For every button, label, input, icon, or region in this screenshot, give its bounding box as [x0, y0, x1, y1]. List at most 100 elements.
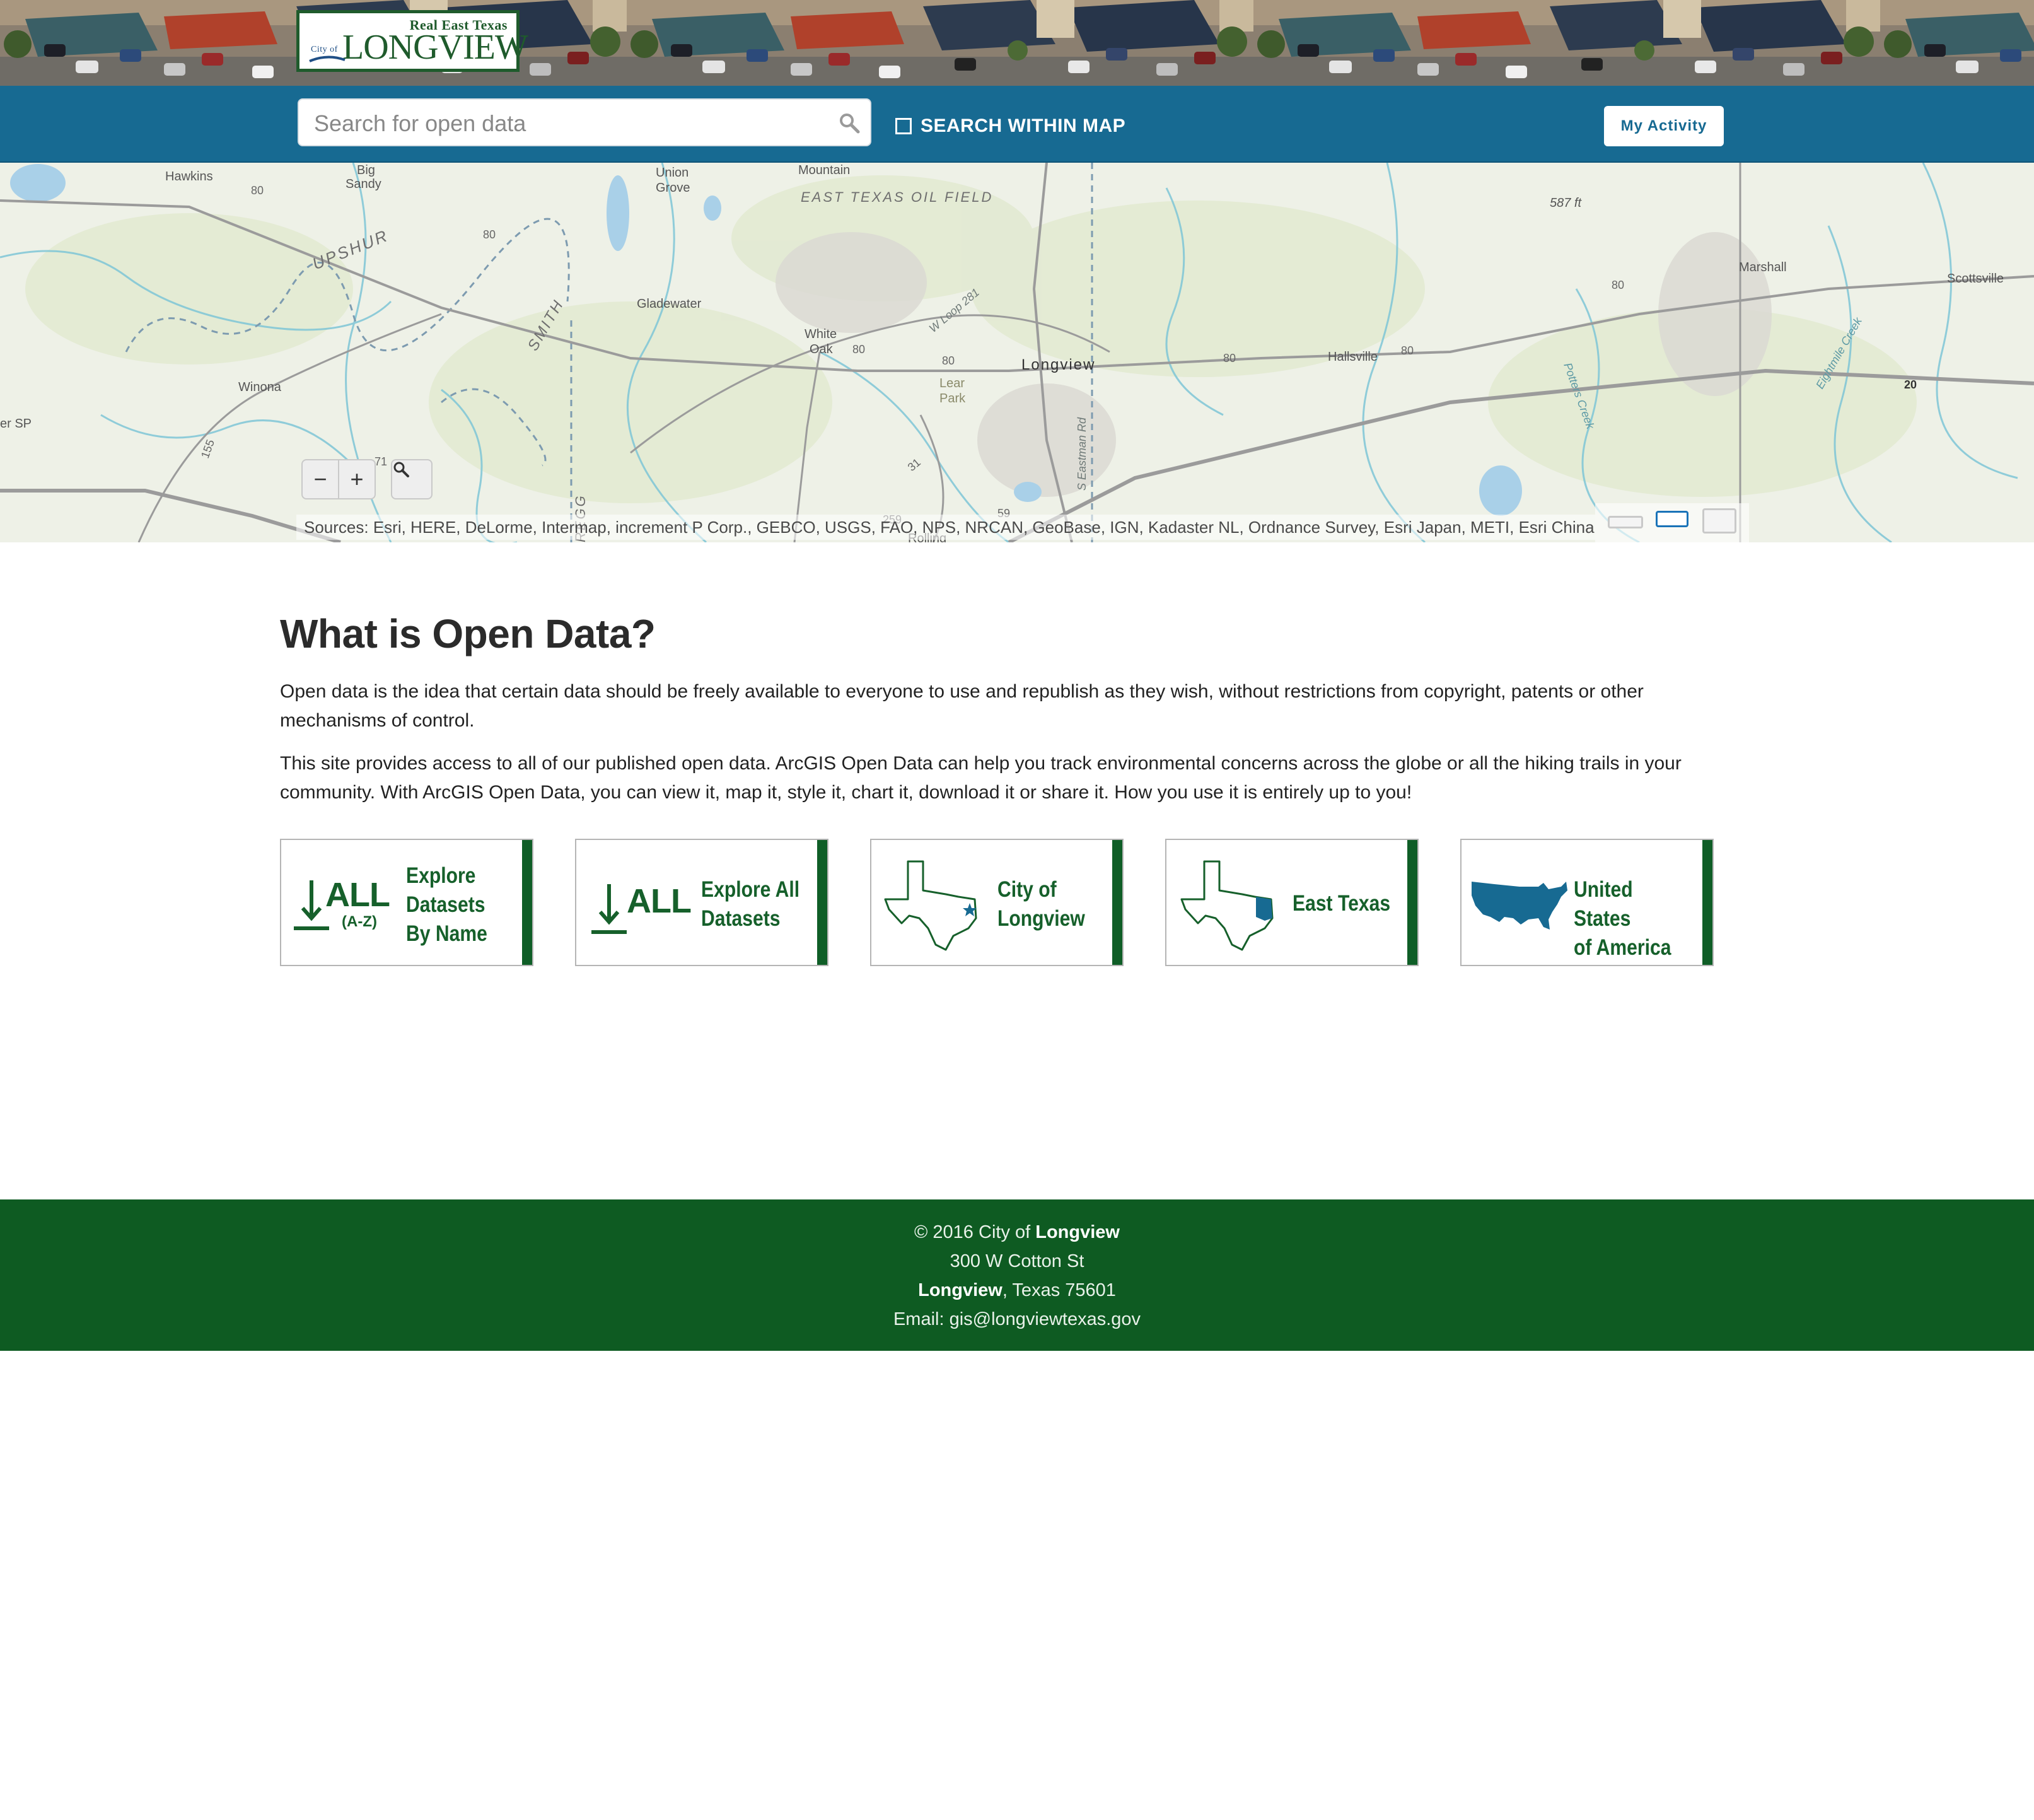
tile-label: East Texas	[1293, 889, 1390, 918]
tile-all-label: ALL	[325, 876, 390, 914]
tile-accent-stripe	[1112, 840, 1122, 965]
my-activity-button[interactable]: My Activity	[1604, 106, 1724, 146]
map-label-white-oak-2: Oak	[810, 342, 834, 356]
tile-accent-stripe	[817, 840, 827, 965]
basemap-option-3[interactable]	[1702, 508, 1736, 534]
map-label-longview: Longview	[1021, 356, 1095, 373]
tile-label: Explore Datasets By Name	[406, 861, 487, 948]
logo-swoosh-icon	[309, 55, 346, 62]
map-label-mountain: Mountain	[798, 163, 850, 177]
tile-label-line1: United States	[1574, 877, 1633, 931]
texas-east-region-icon	[1180, 860, 1274, 951]
basemap-option-2[interactable]	[1656, 511, 1688, 527]
tile-label: Explore All Datasets	[701, 875, 799, 933]
map-label-lear-park-2: Park	[939, 392, 966, 405]
map-label-hawkins: Hawkins	[165, 170, 213, 184]
tile-label-line1: East Texas	[1293, 891, 1391, 916]
footer-city: Longview	[918, 1280, 1002, 1300]
footer-copyright-prefix: © 2016 City of	[914, 1222, 1036, 1242]
tile-label-line2: of America	[1574, 935, 1671, 960]
search-icon[interactable]	[839, 112, 860, 134]
usa-map-icon	[1472, 882, 1567, 930]
intro-paragraph-1: Open data is the idea that certain data …	[280, 681, 1644, 731]
map-hwy-71: 71	[375, 455, 387, 468]
magnifier-icon	[393, 462, 409, 477]
tile-label-line1: Explore	[406, 863, 476, 888]
zoom-out-button[interactable]: −	[303, 460, 339, 498]
tile-accent-stripe	[522, 840, 532, 965]
map-label-gladewater: Gladewater	[637, 297, 702, 311]
download-icon	[294, 880, 329, 930]
search-within-map-toggle[interactable]: SEARCH WITHIN MAP	[895, 114, 1125, 139]
map-label-union-grove-1: Union	[656, 166, 689, 180]
intro-section: What is Open Data? Open data is the idea…	[280, 610, 1743, 803]
intro-paragraph-2: This site provides access to all of our …	[280, 753, 1682, 803]
tile-label-line2: Datasets	[406, 892, 485, 917]
tile-explore-all[interactable]: ALL Explore All Datasets	[575, 839, 828, 966]
map-label-marshall: Marshall	[1739, 260, 1787, 274]
map-label-big-sandy-2: Sandy	[346, 177, 381, 191]
texas-outline-icon	[884, 860, 977, 951]
map-hwy-80-e: 80	[1223, 352, 1236, 365]
tile-label-line2: Longview	[997, 906, 1085, 931]
tile-label-line3: By Name	[406, 921, 487, 946]
logo-name: LONGVIEW	[342, 28, 528, 67]
map-label-union-grove-2: Grove	[656, 181, 690, 195]
search-toolbar: SEARCH WITHIN MAP My Activity	[0, 86, 2034, 163]
footer-city-state: Longview, Texas 75601	[0, 1280, 2034, 1301]
map-label-elevation: 587 ft	[1550, 196, 1582, 210]
map-hwy-80-a: 80	[251, 184, 264, 197]
map-hwy-80-c: 80	[852, 343, 865, 356]
search-within-map-label: SEARCH WITHIN MAP	[921, 115, 1126, 136]
page-heading: What is Open Data?	[280, 611, 656, 656]
tile-label: United States of America	[1574, 875, 1693, 962]
footer-copyright: © 2016 City of Longview	[0, 1222, 2034, 1243]
footer-email: Email: gis@longviewtexas.gov	[0, 1309, 2034, 1330]
tile-all-label: ALL	[627, 882, 692, 920]
tile-accent-stripe	[1702, 840, 1712, 965]
tile-accent-stripe	[1407, 840, 1417, 965]
map-label-eastman-rd: S Eastman Rd	[1076, 417, 1088, 491]
tile-label-line1: City of	[997, 877, 1057, 902]
basemap-option-1[interactable]	[1608, 516, 1643, 528]
site-footer: © 2016 City of Longview 300 W Cotton St …	[0, 1199, 2034, 1351]
footer-state-zip: , Texas 75601	[1002, 1280, 1116, 1300]
map-label-lear-park-1: Lear	[939, 376, 965, 390]
footer-copyright-city: Longview	[1035, 1222, 1120, 1242]
tile-explore-by-name[interactable]: ALL (A-Z) Explore Datasets By Name	[280, 839, 533, 966]
tile-city-of-longview[interactable]: City of Longview	[870, 839, 1124, 966]
map-hwy-20: 20	[1904, 378, 1917, 391]
header-banner: Real East Texas City of LONGVIEW	[0, 0, 2034, 86]
download-icon	[591, 884, 627, 934]
basemap-switcher	[1595, 503, 1749, 542]
tile-label: City of Longview	[997, 875, 1085, 933]
logo-city-of: City of	[311, 45, 338, 54]
footer-email-label: Email:	[893, 1309, 950, 1329]
footer-address: 300 W Cotton St	[950, 1251, 1084, 1271]
zoom-control: − +	[301, 459, 376, 499]
search-input[interactable]	[313, 106, 820, 141]
map-hwy-80-d: 80	[942, 354, 955, 367]
map-search-button[interactable]	[391, 459, 433, 499]
zoom-in-button[interactable]: +	[339, 460, 375, 498]
tile-az-label: (A-Z)	[342, 913, 377, 930]
search-within-map-checkbox[interactable]	[895, 118, 912, 134]
map-hwy-80-b: 80	[483, 228, 496, 241]
tile-label-line2: Datasets	[701, 906, 781, 931]
map-view[interactable]: Hawkins Big Sandy Union Grove Mountain G…	[0, 163, 2034, 542]
map-label-hallsville: Hallsville	[1328, 350, 1378, 364]
tile-east-texas[interactable]: East Texas	[1165, 839, 1419, 966]
map-hwy-80-g: 80	[1612, 279, 1624, 291]
map-label-state-park: er SP	[0, 417, 32, 431]
tile-united-states[interactable]: United States of America	[1460, 839, 1714, 966]
map-hwy-80-f: 80	[1401, 344, 1414, 357]
footer-email-link[interactable]: gis@longviewtexas.gov	[950, 1309, 1141, 1329]
search-box	[298, 98, 871, 146]
map-label-white-oak-1: White	[805, 327, 837, 341]
map-label-scottsville: Scottsville	[1947, 272, 2004, 286]
map-label-oil-field: EAST TEXAS OIL FIELD	[801, 189, 993, 205]
city-logo[interactable]: Real East Texas City of LONGVIEW	[296, 10, 528, 72]
map-label-big-sandy-1: Big	[357, 163, 375, 177]
tile-label-line1: Explore All	[701, 877, 800, 902]
map-label-winona: Winona	[238, 380, 282, 394]
